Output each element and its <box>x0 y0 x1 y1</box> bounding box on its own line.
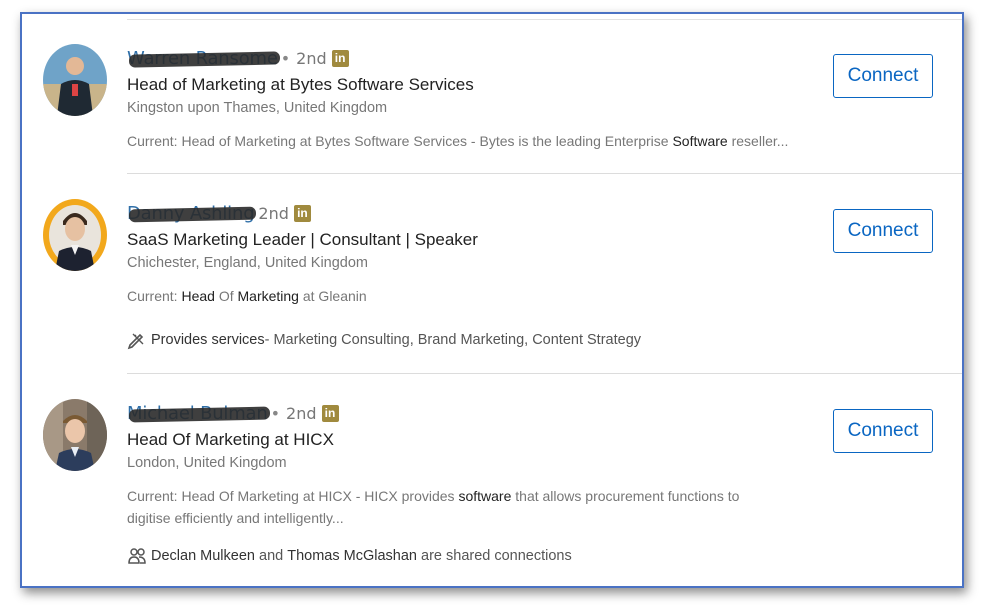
snippet-highlight: Head <box>181 288 215 304</box>
profile-location: Chichester, England, United Kingdom <box>127 255 369 271</box>
snippet-text: that allows procurement functions to <box>511 488 740 504</box>
profile-headline: SaaS Marketing Leader | Consultant | Spe… <box>127 230 478 249</box>
snippet-text: Current: <box>127 288 182 304</box>
snippet-text: digitise efficiently and intelligently..… <box>127 510 344 526</box>
profile-name-link[interactable]: Danny Ashling <box>127 203 255 224</box>
snippet-text: Current: Head of Marketing at Bytes Soft… <box>127 133 673 149</box>
profile-location: Kingston upon Thames, United Kingdom <box>127 100 388 116</box>
connection-degree: 2nd <box>286 403 317 423</box>
connect-button[interactable]: Connect <box>833 54 933 98</box>
shared-connections-row[interactable]: Declan Mulkeen and Thomas McGlashan are … <box>127 546 572 566</box>
shared-connection-name[interactable]: Thomas McGlashan <box>287 548 417 564</box>
connection-degree: 2nd <box>258 203 289 223</box>
separator-dot: • <box>280 48 291 68</box>
shared-connection-name[interactable]: Declan Mulkeen <box>151 548 255 564</box>
people-icon <box>128 548 146 564</box>
pencil-ruler-icon <box>127 333 144 350</box>
connect-button[interactable]: Connect <box>833 409 933 453</box>
separator-dot: • <box>270 403 281 423</box>
profile-location: London, United Kingdom <box>127 455 287 471</box>
shared-connection-and: and <box>254 548 288 564</box>
linkedin-icon: in <box>293 204 311 222</box>
avatar[interactable] <box>43 199 107 271</box>
snippet-highlight: software <box>458 488 512 504</box>
top-divider <box>127 19 962 20</box>
snippet-highlight: Software <box>672 133 728 149</box>
profile-snippet: Current: Head of Marketing at Bytes Soft… <box>127 130 827 152</box>
result-header: Danny Ashling 2nd in <box>127 201 311 225</box>
connection-degree: 2nd <box>296 48 327 68</box>
result-header: Michael Bulman • 2nd in <box>127 401 339 425</box>
services-list: - Marketing Consulting, Brand Marketing,… <box>264 332 642 348</box>
profile-snippet: Current: Head Of Marketing at HICX - HIC… <box>127 485 787 529</box>
avatar[interactable] <box>43 44 107 116</box>
profile-name-link[interactable]: Michael Bulman <box>127 403 268 424</box>
connect-button[interactable]: Connect <box>833 209 933 253</box>
profile-headline: Head of Marketing at Bytes Software Serv… <box>127 75 474 94</box>
linkedin-icon: in <box>331 49 349 67</box>
search-results-panel: Warren Ransome • 2nd in Head of Marketin… <box>20 12 964 588</box>
snippet-text: reseller... <box>727 133 789 149</box>
snippet-highlight: Marketing <box>237 288 299 304</box>
result-divider <box>127 373 962 374</box>
snippet-text: Current: Head Of Marketing at HICX - HIC… <box>127 488 459 504</box>
profile-name-link[interactable]: Warren Ransome <box>127 48 278 69</box>
result-divider <box>127 173 962 174</box>
shared-connections-tail: are shared connections <box>416 548 572 564</box>
services-label: Provides services <box>151 332 265 348</box>
profile-headline: Head Of Marketing at HICX <box>127 430 334 449</box>
profile-snippet: Current: Head Of Marketing at Gleanin <box>127 285 787 307</box>
linkedin-icon: in <box>321 404 339 422</box>
snippet-text: Of <box>214 288 238 304</box>
avatar[interactable] <box>43 399 107 471</box>
result-header: Warren Ransome • 2nd in <box>127 46 349 70</box>
snippet-text: at Gleanin <box>298 288 367 304</box>
services-row: Provides services - Marketing Consulting… <box>127 330 641 350</box>
